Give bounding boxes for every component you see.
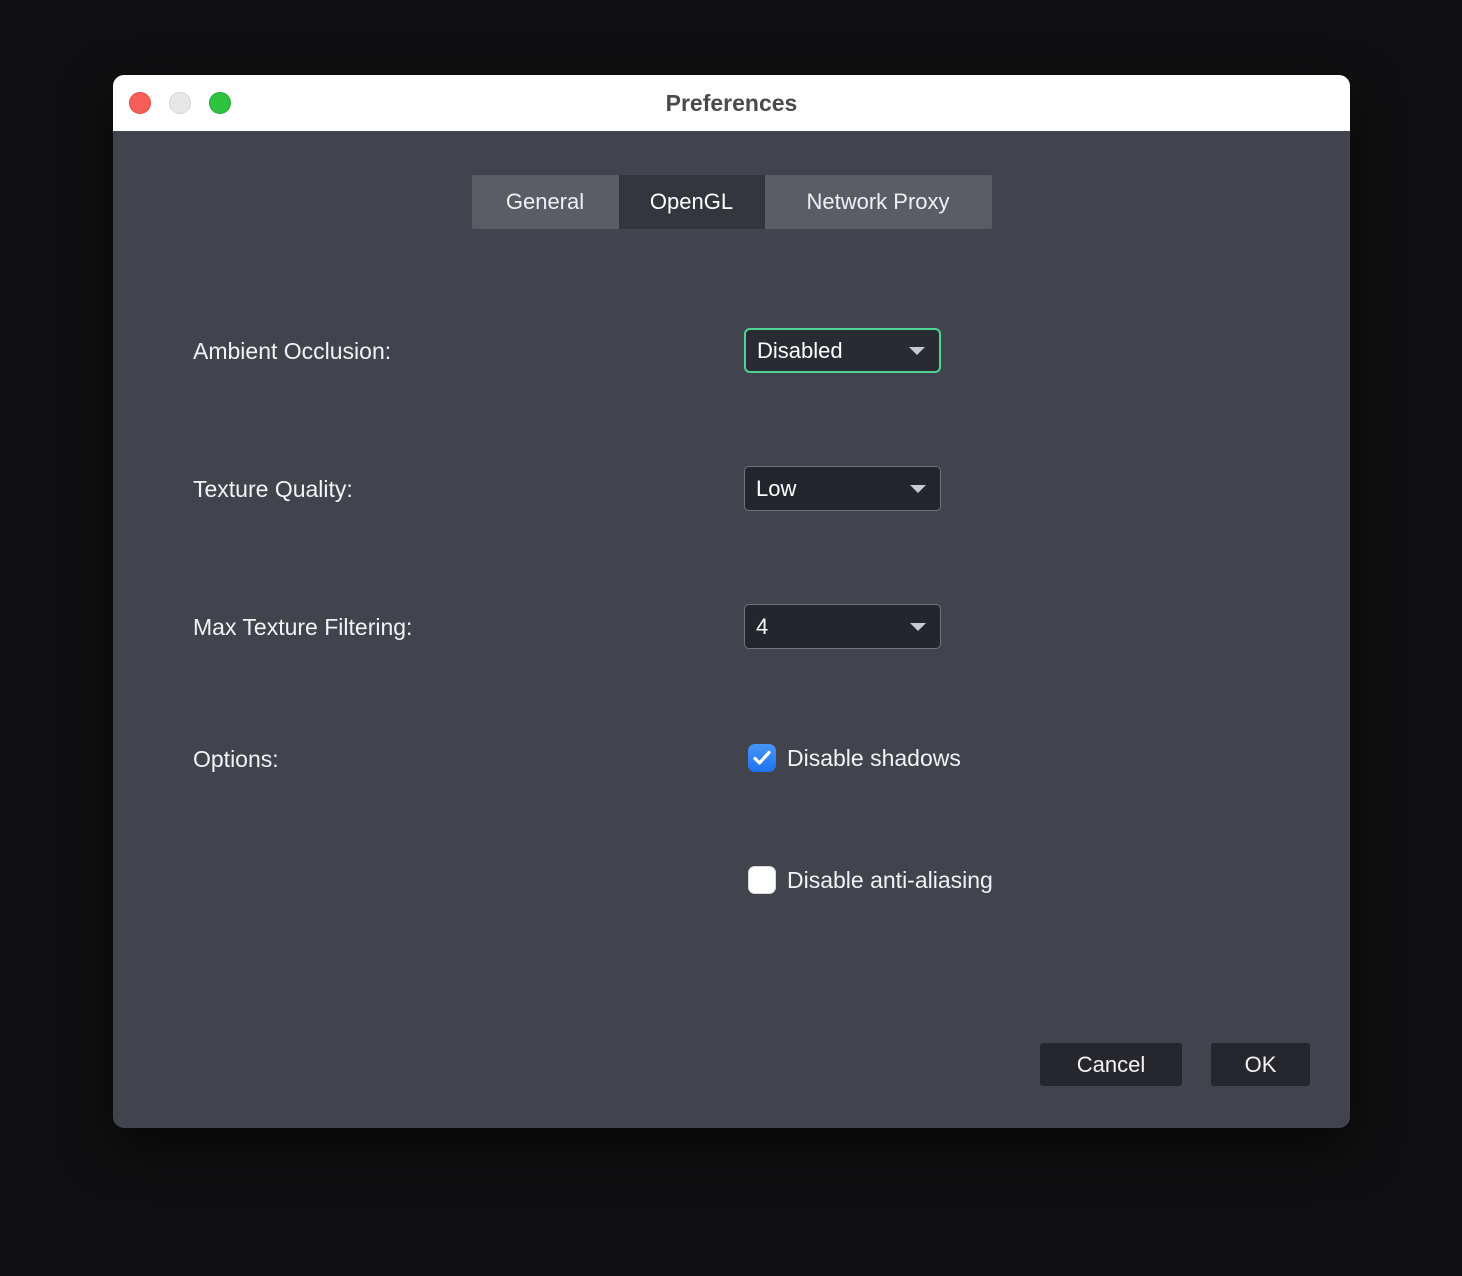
max-texture-filtering-dropdown[interactable]: 4 (744, 604, 941, 649)
disable-anti-aliasing-checkbox[interactable] (748, 866, 776, 894)
chevron-down-icon (910, 485, 926, 493)
ambient-occlusion-value: Disabled (757, 338, 843, 364)
disable-shadows-option: Disable shadows (748, 744, 961, 772)
tab-opengl[interactable]: OpenGL (619, 175, 765, 229)
close-window-button[interactable] (129, 92, 151, 114)
texture-quality-dropdown[interactable]: Low (744, 466, 941, 511)
minimize-window-button[interactable] (169, 92, 191, 114)
chevron-down-icon (910, 623, 926, 631)
options-label: Options: (193, 744, 279, 774)
title-bar: Preferences (113, 75, 1350, 131)
tab-opengl-label: OpenGL (650, 189, 733, 215)
cancel-button[interactable]: Cancel (1040, 1043, 1182, 1086)
ambient-occlusion-dropdown[interactable]: Disabled (744, 328, 941, 373)
texture-quality-value: Low (756, 476, 796, 502)
tab-network-proxy[interactable]: Network Proxy (765, 175, 992, 229)
texture-quality-label: Texture Quality: (193, 474, 353, 504)
preferences-tab-bar: General OpenGL Network Proxy (472, 175, 992, 229)
disable-shadows-label[interactable]: Disable shadows (787, 745, 961, 772)
ambient-occlusion-label: Ambient Occlusion: (193, 336, 391, 366)
max-texture-filtering-label: Max Texture Filtering: (193, 612, 412, 642)
preferences-window: Preferences General OpenGL Network Proxy… (113, 75, 1350, 1128)
disable-anti-aliasing-label[interactable]: Disable anti-aliasing (787, 867, 993, 894)
tab-general[interactable]: General (472, 175, 619, 229)
disable-anti-aliasing-option: Disable anti-aliasing (748, 866, 993, 894)
tab-network-proxy-label: Network Proxy (806, 189, 949, 215)
window-title: Preferences (113, 75, 1350, 131)
checkmark-icon (753, 750, 771, 766)
max-texture-filtering-value: 4 (756, 614, 768, 640)
zoom-window-button[interactable] (209, 92, 231, 114)
tab-general-label: General (506, 189, 584, 215)
disable-shadows-checkbox[interactable] (748, 744, 776, 772)
ok-button[interactable]: OK (1211, 1043, 1310, 1086)
traffic-lights (129, 75, 231, 131)
chevron-down-icon (909, 347, 925, 355)
